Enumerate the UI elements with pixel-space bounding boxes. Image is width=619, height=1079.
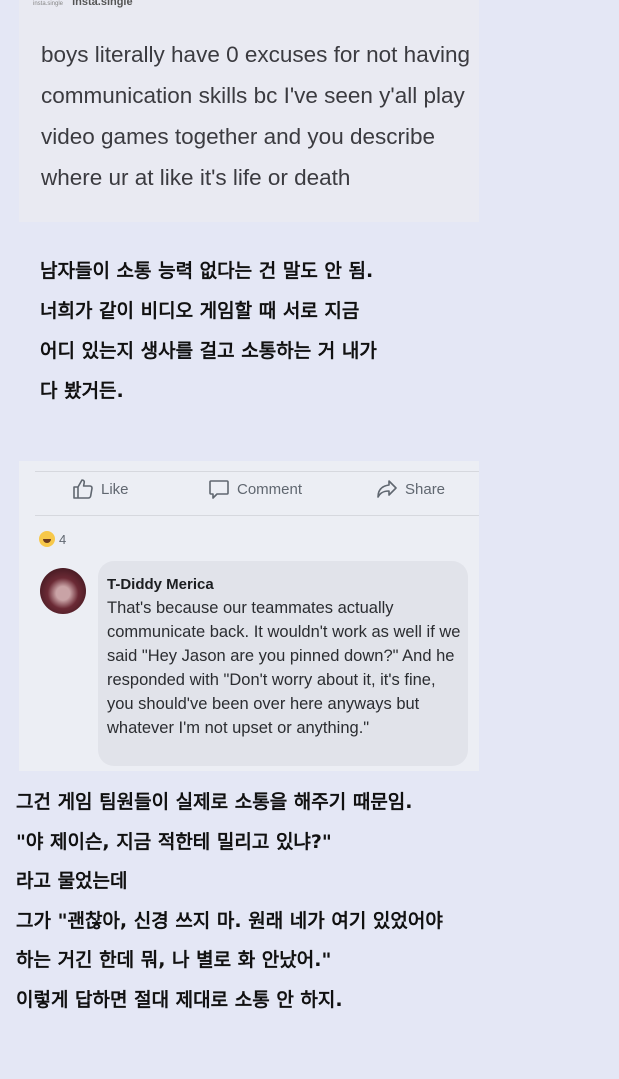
thumbs-up-icon — [73, 479, 93, 499]
comment-bubble: T-Diddy Merica That's because our teamma… — [98, 561, 468, 766]
comment-bubble-icon — [209, 480, 229, 499]
comment-label: Comment — [237, 480, 303, 498]
korean-translation-comment: 그건 게임 팀원들이 실제로 소통을 해주기 때문임. "야 제이슨, 지금 적… — [16, 791, 443, 1011]
post-header: insta.single insta.single — [33, 0, 133, 8]
like-button[interactable]: Like — [71, 477, 129, 501]
commenter-name[interactable]: T-Diddy Merica — [107, 576, 214, 593]
laughing-emoji-icon — [39, 531, 55, 547]
tweet-screenshot: insta.single insta.single boys literally… — [19, 0, 479, 222]
share-arrow-icon — [377, 480, 397, 498]
reaction-count: 4 — [59, 531, 67, 547]
share-label: Share — [405, 480, 446, 498]
share-button[interactable]: Share — [375, 477, 445, 501]
post-text: boys literally have 0 excuses for not ha… — [41, 42, 470, 190]
like-label: Like — [101, 480, 129, 498]
action-bar: Like Comment Share — [19, 475, 479, 505]
post-username: insta.single — [72, 0, 133, 8]
divider — [35, 515, 479, 516]
korean-translation-post: 남자들이 소통 능력 없다는 건 말도 안 됨. 너희가 같이 비디오 게임할 … — [40, 260, 377, 402]
facebook-comment-screenshot: Like Comment Share 4 T-Diddy Merica That… — [19, 461, 479, 771]
comment-text: That's because our teammates actually co… — [107, 599, 461, 737]
divider — [35, 471, 479, 472]
avatar[interactable] — [40, 568, 86, 614]
comment-button[interactable]: Comment — [207, 477, 302, 501]
reaction-summary[interactable]: 4 — [39, 531, 66, 547]
post-small-label: insta.single — [33, 1, 64, 7]
